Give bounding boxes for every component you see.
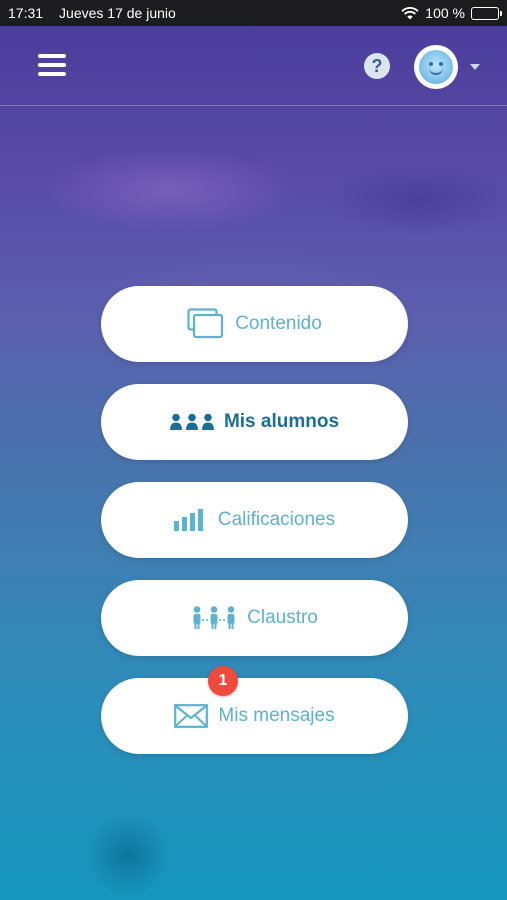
mis-alumnos-button[interactable]: Mis alumnos [101,384,408,460]
contenido-button[interactable]: Contenido [101,286,408,362]
top-bar: ? [0,26,507,106]
hamburger-icon[interactable] [38,54,66,76]
contenido-label: Contenido [235,313,322,334]
question-circle-icon[interactable]: ? [364,53,390,79]
battery-percent: 100 % [425,5,465,21]
smiley-avatar-icon [419,50,453,84]
mis-mensajes-button[interactable]: Mis mensajes [101,678,408,754]
calificaciones-button[interactable]: Calificaciones [101,482,408,558]
status-bar: 17:31 Jueves 17 de junio 100 % [0,0,507,26]
user-avatar[interactable] [414,45,458,89]
windows-stack-icon [187,308,225,340]
battery-icon [471,6,502,20]
status-date: Jueves 17 de junio [59,5,176,21]
claustro-label: Claustro [247,607,318,628]
mis-alumnos-label: Mis alumnos [223,411,340,432]
status-time: 17:31 [8,5,44,21]
envelope-icon [174,704,209,728]
bar-chart-icon [173,509,208,531]
wifi-icon [401,6,419,19]
caret-down-icon[interactable] [470,64,480,70]
students-group-icon [169,413,214,431]
staff-group-icon [191,606,237,630]
claustro-button[interactable]: Claustro [101,580,408,656]
mis-mensajes-label: Mis mensajes [218,705,335,726]
calificaciones-label: Calificaciones [217,509,336,530]
unread-messages-badge: 1 [208,666,238,696]
